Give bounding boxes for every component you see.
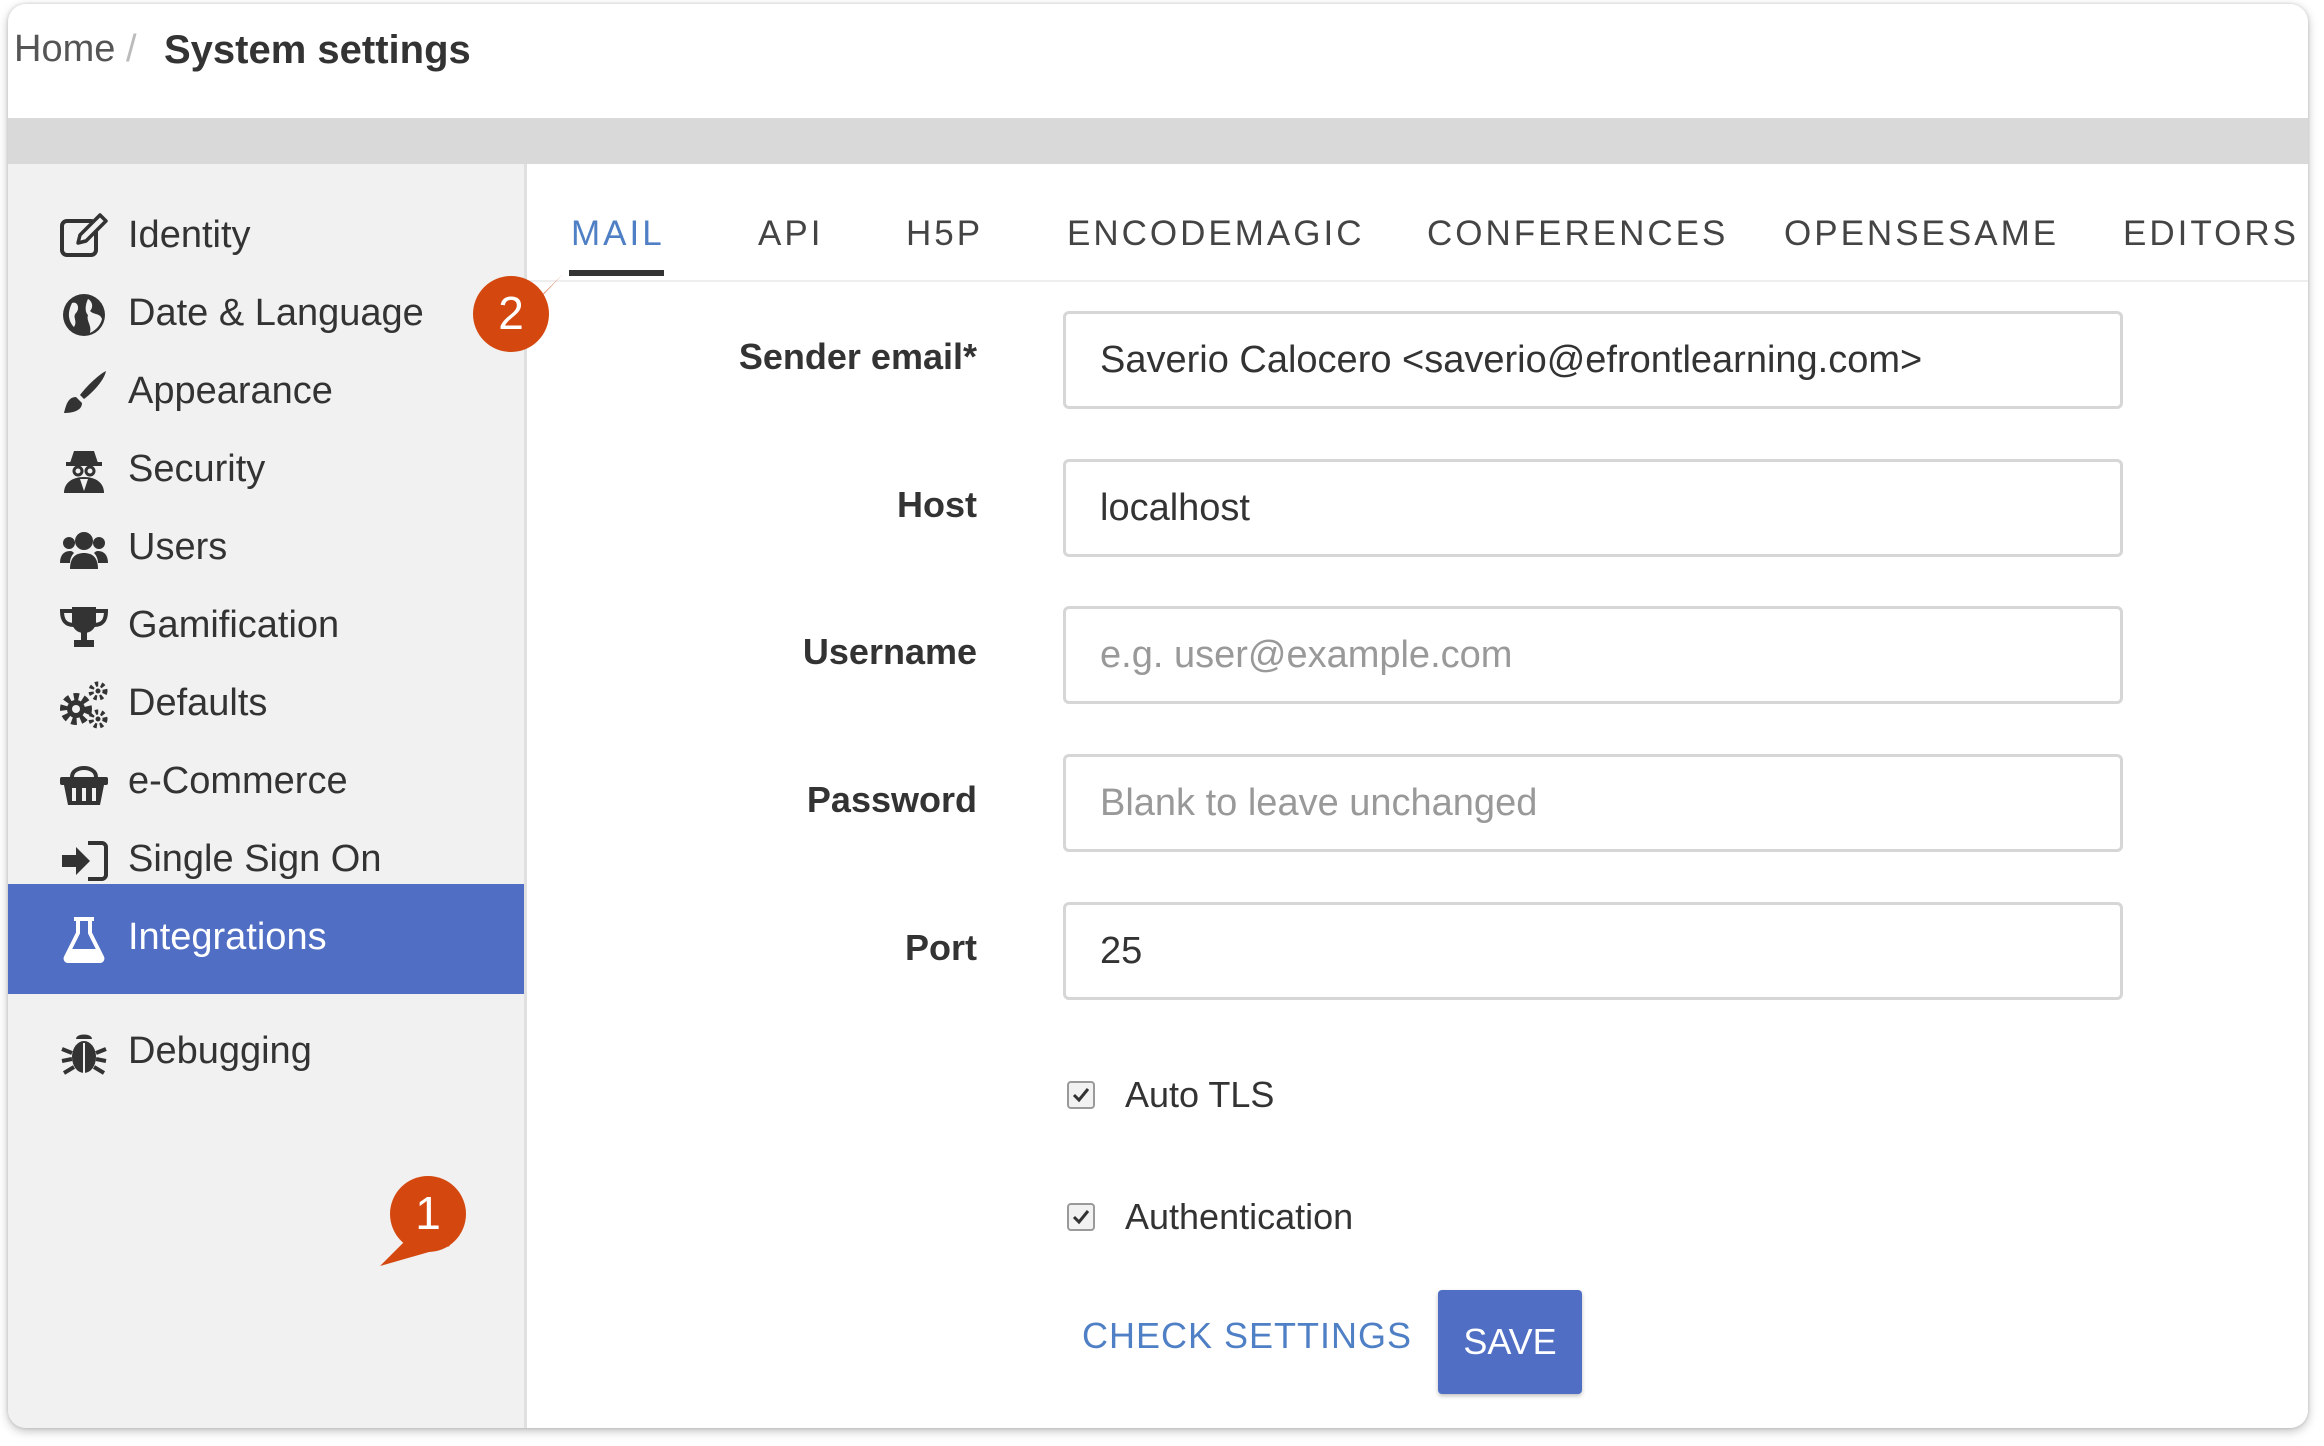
sidebar-item-label: Single Sign On: [128, 838, 382, 880]
save-button[interactable]: SAVE: [1438, 1290, 1582, 1394]
host-input[interactable]: [1063, 459, 2123, 557]
password-label: Password: [806, 779, 977, 820]
sidebar-item-integrations[interactable]: Integrations: [8, 884, 524, 994]
auto-tls-checkbox[interactable]: [1067, 1081, 1095, 1109]
sidebar-item-label: Identity: [128, 214, 251, 256]
port-label: Port: [905, 927, 977, 968]
globe-icon: [58, 289, 110, 341]
checkmark-icon: [1072, 1088, 1090, 1103]
sidebar-item-label: Debugging: [128, 1030, 312, 1072]
edit-icon: [58, 211, 110, 263]
breadcrumb-separator: /: [126, 28, 137, 70]
active-tab-indicator: [569, 270, 664, 276]
user-secret-icon: [58, 445, 110, 497]
callout-marker-2: 2: [463, 266, 563, 366]
brush-icon: [58, 367, 110, 419]
username-label: Username: [802, 631, 977, 672]
port-input[interactable]: [1063, 902, 2123, 1000]
tab-h5p[interactable]: H5P: [906, 214, 983, 254]
basket-icon: [58, 757, 110, 809]
host-label: Host: [897, 484, 977, 525]
tab-editors[interactable]: EDITORS: [2123, 214, 2299, 254]
header: Home / System settings: [8, 4, 2308, 118]
sender-email-input[interactable]: [1063, 311, 2123, 409]
main-panel: MAIL API H5P ENCODEMAGIC CONFERENCES OPE…: [527, 164, 2308, 1428]
callout-marker-1: 1: [380, 1166, 480, 1266]
sidebar-item-label: e-Commerce: [128, 760, 348, 802]
settings-window: Home / System settings Identity Date & L…: [8, 4, 2308, 1428]
sidebar-item-label: Users: [128, 526, 228, 568]
tab-conferences[interactable]: CONFERENCES: [1427, 214, 1728, 254]
callout-number: 2: [498, 287, 524, 339]
tab-bar: MAIL API H5P ENCODEMAGIC CONFERENCES OPE…: [527, 164, 2308, 282]
sidebar-item-label: Integrations: [128, 916, 327, 958]
page-title: System settings: [164, 28, 471, 72]
tab-mail[interactable]: MAIL: [571, 214, 665, 254]
sender-email-label: Sender email*: [738, 336, 977, 377]
username-input[interactable]: [1063, 606, 2123, 704]
sidebar-item-label: Appearance: [128, 370, 333, 412]
flask-icon: [58, 913, 110, 965]
authentication-label: Authentication: [1125, 1196, 1354, 1237]
breadcrumb-home-link[interactable]: Home: [14, 28, 115, 71]
sidebar-item-label: Defaults: [128, 682, 268, 724]
password-input[interactable]: [1063, 754, 2123, 852]
sidebar-item-label: Security: [128, 448, 266, 490]
sign-in-icon: [58, 835, 110, 887]
tab-encodemagic[interactable]: ENCODEMAGIC: [1067, 214, 1364, 254]
header-divider-bar: [8, 118, 2308, 164]
checkmark-icon: [1072, 1210, 1090, 1225]
auto-tls-label: Auto TLS: [1125, 1074, 1275, 1115]
tab-opensesame[interactable]: OPENSESAME: [1784, 214, 2059, 254]
sidebar-item-label: Gamification: [128, 604, 340, 646]
check-settings-button[interactable]: CHECK SETTINGS: [1082, 1301, 1412, 1371]
trophy-icon: [58, 601, 110, 653]
authentication-checkbox[interactable]: [1067, 1203, 1095, 1231]
gears-icon: [58, 679, 110, 731]
callout-number: 1: [415, 1187, 441, 1239]
bug-icon: [58, 1027, 110, 1079]
tab-api[interactable]: API: [758, 214, 823, 254]
sidebar-item-debugging[interactable]: Debugging: [8, 998, 524, 1108]
users-icon: [58, 523, 110, 575]
sidebar-item-label: Date & Language: [128, 292, 424, 334]
